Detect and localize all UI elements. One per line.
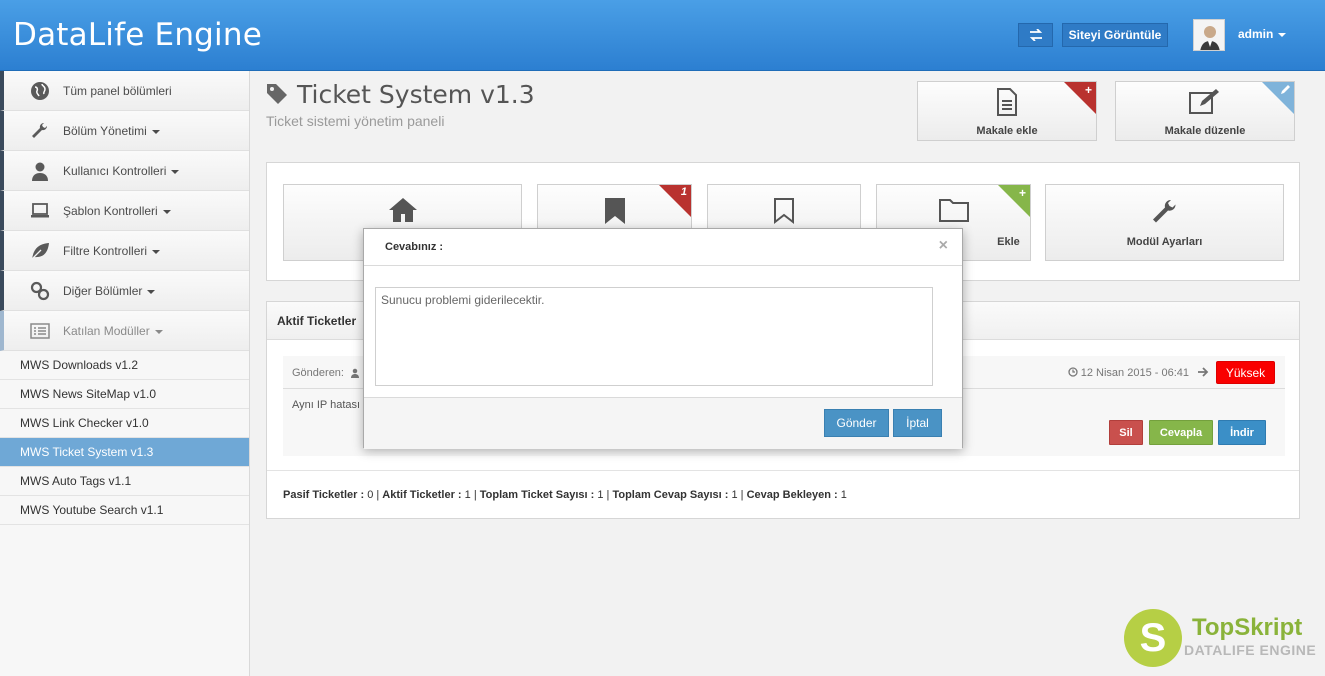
plus-icon: +: [1018, 186, 1026, 200]
reply-button[interactable]: Cevapla: [1149, 420, 1213, 445]
laptop-icon: [31, 203, 49, 218]
list-icon: [30, 323, 50, 339]
chevron-down-icon: [147, 289, 156, 294]
reply-textarea[interactable]: Sunucu problemi giderilecektir.: [375, 287, 933, 386]
reply-dialog: Cevabınız : × Sunucu problemi giderilece…: [363, 228, 963, 449]
sidebar-item-label: Tüm panel bölümleri: [63, 84, 172, 98]
ticket-date: 12 Nisan 2015 - 06:41: [1068, 367, 1189, 379]
avatar[interactable]: [1193, 19, 1225, 51]
page-subtitle: Ticket sistemi yönetim paneli: [266, 113, 445, 129]
brand-logo[interactable]: DataLife Engine: [13, 17, 262, 53]
clock-icon: [1068, 367, 1078, 377]
submodule-ticket-system[interactable]: MWS Ticket System v1.3: [0, 438, 249, 467]
sidebar-item-user-controls[interactable]: Kullanıcı Kontrolleri: [0, 151, 249, 191]
plus-icon: +: [1084, 83, 1092, 97]
edit-icon: [1189, 89, 1219, 114]
wrench-icon: [32, 122, 48, 138]
chevron-down-icon: [1278, 32, 1287, 37]
submodule-downloads[interactable]: MWS Downloads v1.2: [0, 351, 249, 380]
sidebar-item-template-controls[interactable]: Şablon Kontrolleri: [0, 191, 249, 231]
bookmark-outline-icon: [774, 198, 794, 225]
wrench-icon: [1152, 199, 1176, 223]
add-article-button[interactable]: + Makale ekle: [917, 81, 1097, 141]
globe-icon: [31, 82, 49, 100]
submodule-youtube-search[interactable]: MWS Youtube Search v1.1: [0, 496, 249, 525]
sidebar-item-other-sections[interactable]: Diğer Bölümler: [0, 271, 249, 311]
sidebar: Tüm panel bölümleri Bölüm Yönetimi Kulla…: [0, 71, 250, 676]
watermark-title: TopSkript: [1192, 614, 1303, 641]
sidebar-item-filter-controls[interactable]: Filtre Kontrolleri: [0, 231, 249, 271]
chevron-down-icon: [171, 169, 180, 174]
file-icon: [997, 88, 1017, 116]
sidebar-item-all-sections[interactable]: Tüm panel bölümleri: [0, 71, 249, 111]
ticket-description: Aynı IP hatası: [292, 399, 361, 411]
arrow-right-icon: [1198, 367, 1209, 377]
ticket-badge: 1: [680, 186, 687, 198]
module-settings-label: Modül Ayarları: [1126, 236, 1203, 248]
folder-icon: [938, 199, 969, 222]
cancel-button[interactable]: İptal: [893, 409, 942, 437]
chevron-down-icon: [151, 129, 160, 134]
dialog-title: Cevabınız :: [364, 229, 962, 266]
tag-icon: [267, 84, 287, 104]
send-button[interactable]: Gönder: [824, 409, 889, 437]
close-icon[interactable]: ×: [939, 237, 948, 255]
delete-button[interactable]: Sil: [1109, 420, 1143, 445]
leaf-icon: [31, 243, 49, 260]
top-header: DataLife Engine Siteyi Görüntüle admin: [0, 0, 1325, 71]
bookmark-icon: [604, 198, 625, 224]
dialog-footer: Gönder İptal: [364, 397, 962, 449]
priority-badge: Yüksek: [1216, 361, 1275, 384]
user-icon: [351, 368, 360, 379]
sidebar-item-section-management[interactable]: Bölüm Yönetimi: [0, 111, 249, 151]
pencil-icon: [1281, 85, 1290, 94]
user-menu[interactable]: admin: [1238, 27, 1287, 41]
submodule-news-sitemap[interactable]: MWS News SiteMap v1.0: [0, 380, 249, 409]
ticket-stats: Pasif Ticketler : 0 | Aktif Ticketler : …: [283, 489, 847, 501]
submodule-link-checker[interactable]: MWS Link Checker v1.0: [0, 409, 249, 438]
chevron-down-icon: [162, 209, 171, 214]
add-article-label: Makale ekle: [976, 125, 1038, 137]
sidebar-item-label: Filtre Kontrolleri: [63, 244, 161, 258]
sidebar-item-label: Diğer Bölümler: [63, 284, 156, 298]
watermark-badge: S: [1124, 609, 1182, 667]
watermark-logo: S TopSkript DATALIFE ENGINE: [1124, 609, 1324, 669]
link-icon: [30, 281, 50, 301]
page-title: Ticket System v1.3: [297, 80, 535, 109]
swap-icon: [1029, 29, 1042, 41]
edit-article-button[interactable]: Makale düzenle: [1115, 81, 1295, 141]
swap-button[interactable]: [1018, 23, 1053, 47]
sender-label: Gönderen:: [292, 367, 360, 379]
divider: [267, 470, 1299, 471]
sidebar-item-modules[interactable]: Katılan Modüller: [0, 311, 249, 351]
user-icon: [32, 162, 48, 181]
view-site-button[interactable]: Siteyi Görüntüle: [1062, 23, 1168, 47]
edit-article-label: Makale düzenle: [1164, 125, 1246, 137]
home-icon: [388, 198, 417, 222]
sidebar-item-label: Şablon Kontrolleri: [63, 204, 171, 218]
chevron-down-icon: [152, 249, 161, 254]
watermark-subtitle: DATALIFE ENGINE: [1184, 642, 1317, 658]
sidebar-item-label: Kullanıcı Kontrolleri: [63, 164, 180, 178]
sidebar-item-label: Katılan Modüller: [63, 324, 163, 338]
tile-module-settings[interactable]: Modül Ayarları: [1045, 184, 1284, 261]
chevron-down-icon: [154, 329, 163, 334]
sidebar-item-label: Bölüm Yönetimi: [63, 124, 160, 138]
user-name: admin: [1238, 27, 1274, 41]
submodule-auto-tags[interactable]: MWS Auto Tags v1.1: [0, 467, 249, 496]
download-button[interactable]: İndir: [1218, 420, 1266, 445]
